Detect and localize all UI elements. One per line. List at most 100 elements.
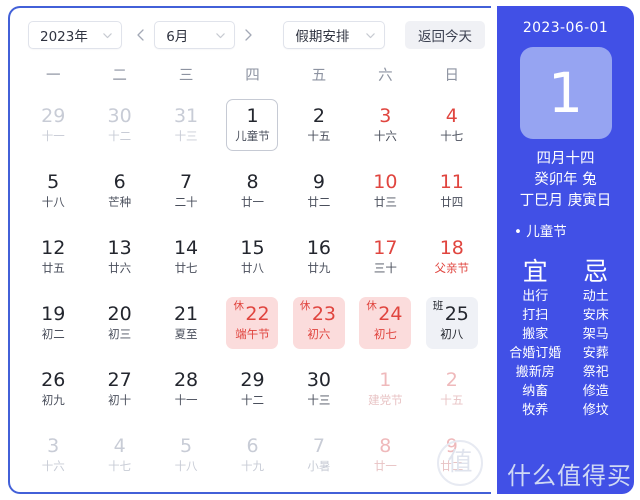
calendar-day-cell[interactable]: 14 廿七 [153, 224, 219, 290]
day-number: 5 [47, 171, 60, 193]
holiday-filter-select[interactable]: 假期安排 [283, 21, 385, 49]
calendar-day-cell[interactable]: 2 十五 [419, 356, 485, 422]
calendar-day-cell[interactable]: 31 十三 [153, 92, 219, 158]
calendar-day-cell[interactable]: 30 十二 [86, 92, 152, 158]
calendar-day-cell[interactable]: 27 初十 [86, 356, 152, 422]
day-number: 27 [107, 369, 132, 391]
calendar-day-cell[interactable]: 29 十二 [219, 356, 285, 422]
yi-ji-section: 宜 出行 打扫 搬家 合婚订婚 搬新房 纳畜 牧养 忌 动土 安床 架马 安葬 … [505, 257, 626, 420]
calendar-day-cell[interactable]: 7 二十 [153, 158, 219, 224]
calendar-day-cell[interactable]: 26 初九 [20, 356, 86, 422]
yi-heading: 宜 [522, 257, 548, 286]
calendar-day-cell[interactable]: 休 23 初六 [286, 290, 352, 356]
day-number: 21 [173, 303, 199, 325]
day-number: 17 [373, 237, 398, 259]
calendar-day-inner: 20 初三 [94, 297, 146, 349]
calendar-day-cell[interactable]: 28 十一 [153, 356, 219, 422]
back-to-today-button[interactable]: 返回今天 [405, 21, 485, 49]
calendar-day-cell[interactable]: 12 廿五 [20, 224, 86, 290]
day-number: 26 [41, 369, 66, 391]
day-sublabel: 廿二 [307, 195, 331, 209]
yi-column: 宜 出行 打扫 搬家 合婚订婚 搬新房 纳畜 牧养 [505, 257, 566, 420]
calendar-day-cell[interactable]: 6 十九 [219, 422, 285, 488]
calendar-day-cell[interactable]: 21 夏至 [153, 290, 219, 356]
day-number: 1 [246, 105, 259, 127]
calendar-day-cell[interactable]: 10 廿三 [352, 158, 418, 224]
day-sublabel: 十一 [41, 129, 65, 143]
calendar-day-cell[interactable]: 5 十八 [153, 422, 219, 488]
calendar-day-inner: 21 夏至 [160, 297, 212, 349]
calendar-day-cell[interactable]: 8 廿一 [219, 158, 285, 224]
chevron-down-icon [215, 30, 226, 41]
calendar-day-cell[interactable]: 18 父亲节 [419, 224, 485, 290]
prev-month-button[interactable] [128, 21, 154, 49]
month-select-value: 6月 [166, 29, 189, 45]
calendar-day-inner: 休 23 初六 [292, 297, 345, 349]
calendar-day-inner: 9 廿二 [293, 165, 345, 217]
calendar-day-cell[interactable]: 休 24 初七 [352, 290, 418, 356]
calendar-day-cell[interactable]: 19 初二 [20, 290, 86, 356]
weekday-label: 六 [378, 68, 393, 84]
calendar-day-inner: 8 廿一 [226, 165, 278, 217]
calendar-day-cell[interactable]: 1 儿童节 [219, 92, 285, 158]
calendar-day-inner: 5 十八 [27, 165, 79, 217]
calendar-day-cell[interactable]: 7 小暑 [286, 422, 352, 488]
detail-day-number: 1 [548, 60, 583, 125]
day-sublabel: 廿六 [108, 261, 132, 275]
ji-heading: 忌 [583, 257, 609, 286]
calendar-day-cell[interactable]: 11 廿四 [419, 158, 485, 224]
calendar-day-cell[interactable]: 20 初三 [86, 290, 152, 356]
day-number: 23 [311, 303, 337, 325]
calendar-day-cell[interactable]: 16 廿九 [286, 224, 352, 290]
calendar-day-cell[interactable]: 30 十三 [286, 356, 352, 422]
day-number: 15 [240, 237, 265, 259]
day-number: 28 [173, 369, 199, 391]
year-select[interactable]: 2023年 [28, 21, 123, 49]
calendar-day-cell[interactable]: 班 25 初八 [419, 290, 485, 356]
day-number: 25 [444, 303, 469, 325]
calendar-day-cell[interactable]: 13 廿六 [86, 224, 152, 290]
day-number: 19 [41, 303, 66, 325]
calendar-day-cell[interactable]: 1 建党节 [352, 356, 418, 422]
calendar-day-inner: 7 二十 [160, 165, 212, 217]
detail-festival: • 儿童节 [514, 224, 567, 240]
calendar-day-cell[interactable]: 29 十一 [20, 92, 86, 158]
day-number: 9 [312, 171, 325, 193]
weekday-label: 一 [45, 68, 61, 84]
calendar-day-inner: 休 24 初七 [359, 297, 412, 349]
day-sublabel: 廿五 [41, 261, 65, 275]
day-number: 1 [379, 369, 392, 391]
calendar-day-cell[interactable]: 3 十六 [352, 92, 418, 158]
day-sublabel: 初八 [440, 327, 464, 341]
day-sublabel: 十三 [174, 129, 198, 143]
calendar-day-cell[interactable]: 17 三十 [352, 224, 418, 290]
calendar-day-inner: 1 建党节 [359, 363, 411, 415]
day-number: 16 [306, 237, 332, 259]
calendar-day-inner: 班 25 初八 [425, 297, 478, 349]
day-sublabel: 十六 [41, 459, 65, 473]
calendar-day-inner: 1 儿童节 [226, 99, 279, 151]
weekday-label: 五 [311, 68, 327, 84]
day-number: 8 [379, 435, 392, 457]
month-select[interactable]: 6月 [154, 21, 236, 49]
calendar-day-cell[interactable]: 4 十七 [419, 92, 485, 158]
chevron-down-icon [102, 30, 113, 41]
calendar-day-inner: 15 廿八 [226, 231, 278, 283]
day-number: 6 [113, 171, 126, 193]
calendar-day-cell[interactable]: 2 十五 [286, 92, 352, 158]
day-sublabel: 十三 [307, 393, 331, 407]
calendar-day-cell[interactable]: 15 廿八 [219, 224, 285, 290]
calendar-day-cell[interactable]: 3 十六 [20, 422, 86, 488]
calendar-day-cell[interactable]: 8 廿一 [352, 422, 418, 488]
calendar-day-cell[interactable]: 休 22 端午节 [219, 290, 285, 356]
calendar-day-cell[interactable]: 4 十七 [86, 422, 152, 488]
next-month-button[interactable] [235, 21, 261, 49]
day-number: 22 [245, 303, 270, 325]
calendar-day-cell[interactable]: 6 芒种 [86, 158, 152, 224]
year-select-value: 2023年 [40, 29, 88, 45]
calendar-day-cell[interactable]: 9 廿二 [286, 158, 352, 224]
day-sublabel: 廿四 [440, 195, 464, 209]
calendar-day-cell[interactable]: 5 十八 [20, 158, 86, 224]
day-sublabel: 十七 [440, 129, 464, 143]
day-sublabel: 初十 [108, 393, 132, 407]
